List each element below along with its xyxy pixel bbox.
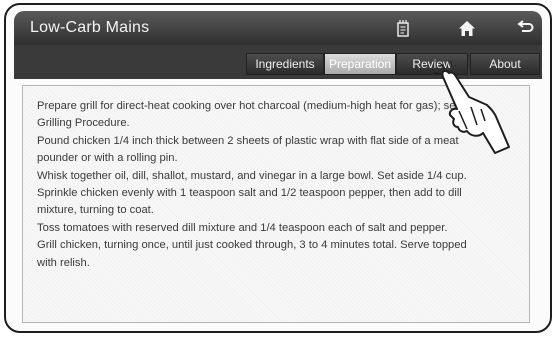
tablet-frame: Low-Carb Mains Ingredients Preparation R… <box>4 3 552 333</box>
back-icon[interactable] <box>512 16 538 40</box>
home-icon[interactable] <box>454 16 480 40</box>
instruction-line: Whisk together oil, dill, shallot, musta… <box>37 169 467 182</box>
title-bar: Low-Carb Mains <box>14 11 542 46</box>
instruction-line: mixture, turning to coat. <box>37 204 154 217</box>
instruction-line: Toss tomatoes with reserved dill mixture… <box>37 221 448 234</box>
recipe-card-icon[interactable] <box>390 16 416 40</box>
app-title: Low-Carb Mains <box>30 19 150 36</box>
tab-ingredients[interactable]: Ingredients <box>246 53 324 75</box>
instruction-line: with relish. <box>37 256 90 269</box>
tab-preparation[interactable]: Preparation <box>324 53 396 75</box>
instruction-line: Grill chicken, turning once, until just … <box>37 239 467 252</box>
instruction-line: Sprinkle chicken evenly with 1 teaspoon … <box>37 187 462 200</box>
pointing-hand-icon <box>433 61 510 154</box>
